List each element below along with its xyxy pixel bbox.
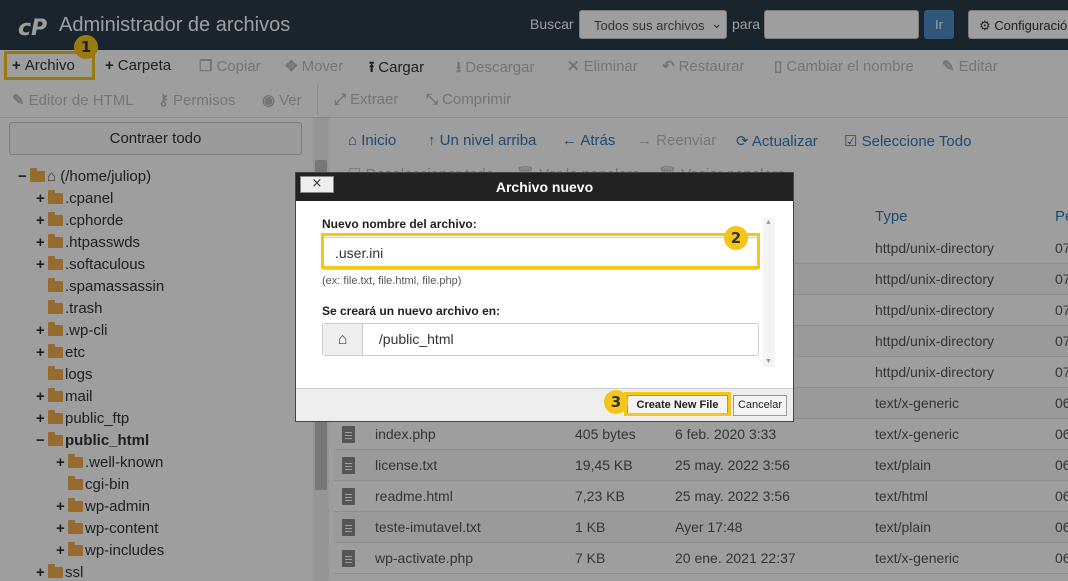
cancel-button[interactable]: Cancelar [733,395,787,416]
location-input-group: ⌂ /public_html [322,323,759,356]
scroll-up-icon[interactable]: ▲ [765,219,772,226]
step-badge-3: 3 [604,390,628,414]
step-badge-2: 2 [724,226,748,250]
filename-highlight [321,233,760,269]
dialog-title: Archivo nuevo [296,173,793,201]
new-file-dialog: Archivo nuevo × Nuevo nombre del archivo… [295,172,794,422]
dialog-scrollbar[interactable]: ▲ ▼ [763,217,775,367]
location-value[interactable]: /public_html [367,331,454,347]
dialog-close-button[interactable]: × [300,176,334,193]
filename-label: Nuevo nombre del archivo: [322,217,477,231]
home-icon: ⌂ [323,324,363,355]
scroll-down-icon[interactable]: ▼ [765,358,772,365]
location-label: Se creará un nuevo archivo en: [322,304,501,318]
create-button-highlight [624,392,731,416]
filename-hint: (ex: file.txt, file.html, file.php) [322,275,462,287]
